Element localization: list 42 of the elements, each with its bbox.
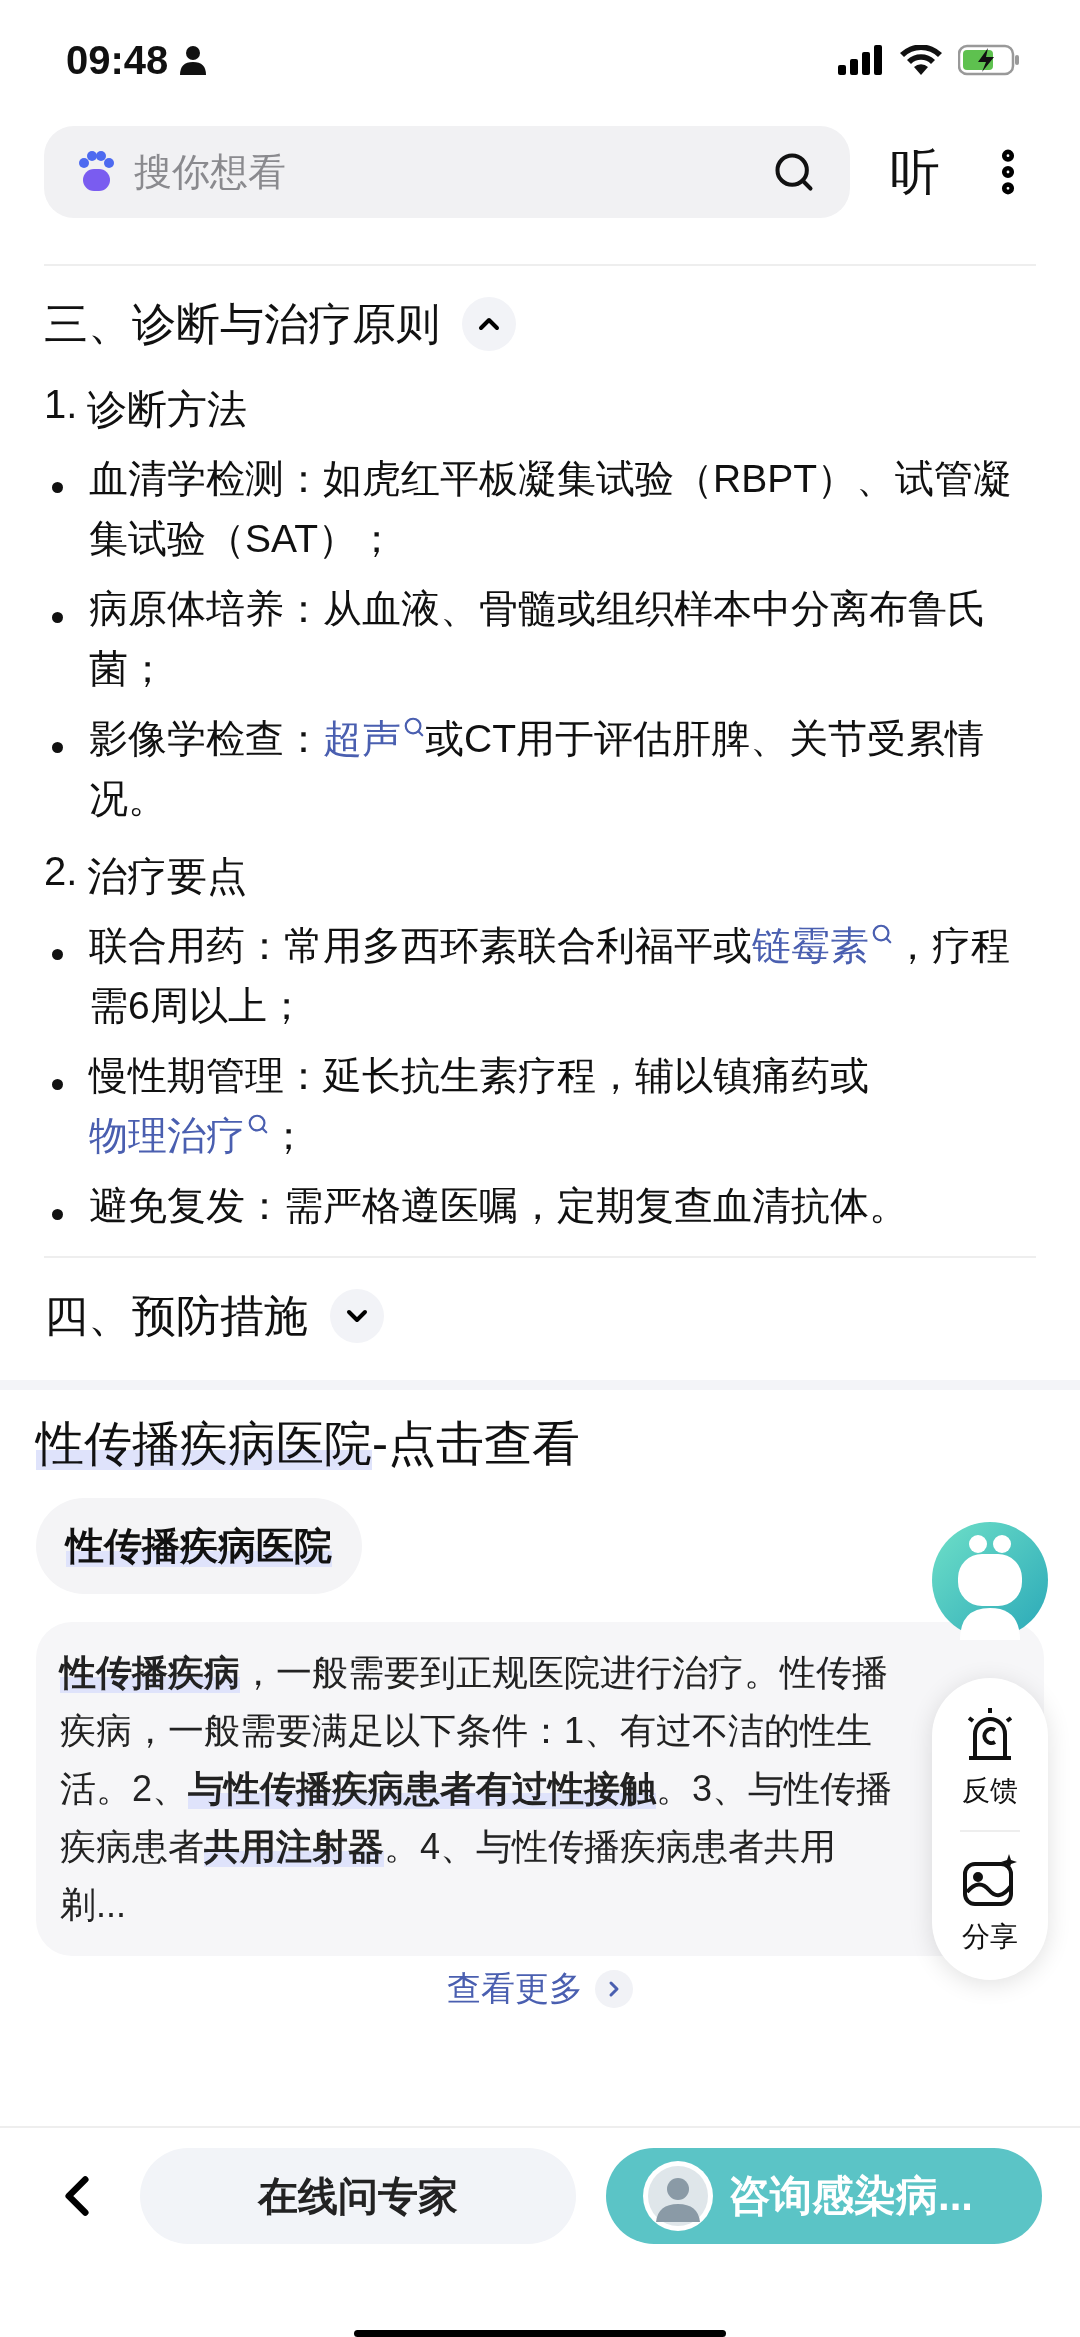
search-icon (403, 716, 425, 738)
bullet-dot (52, 1079, 63, 1090)
listen-button[interactable]: 听 (890, 138, 940, 206)
wifi-icon (900, 45, 942, 75)
bullet-text: 影像学检查：超声 或CT用于评估肝脾、关节受累情况。 (89, 715, 985, 822)
bullet-dot (52, 1209, 63, 1220)
bullet-dot (52, 742, 63, 753)
summary-text: 性传播疾病，一般需要到正规医院进行治疗。性传播疾病，一般需要满足以下条件：1、有过不洁的性生活。2、与性传播疾病患者有过性接触。3、与性传播疾病患者共用注射器。4、与性传播疾病患者共用剃... (60, 1651, 894, 1927)
bullet-text: 联合用药：常用多西环素联合利福平或链霉素 ，疗程需6周以上； (89, 922, 1011, 1029)
subsection-title: 治疗要点 (87, 853, 248, 900)
search-link[interactable]: 超声 (323, 717, 425, 760)
bullet-dot (52, 949, 63, 960)
person-icon (180, 45, 207, 75)
section-title: 四、预防措施 (44, 1289, 308, 1342)
search-bar[interactable]: 搜你想看 (44, 126, 850, 218)
bullet-text: 避免复发：需严格遵医嘱，定期复查血清抗体。 (89, 1183, 908, 1229)
subsection-number: 1. (44, 382, 78, 428)
subsection-number: 2. (44, 849, 78, 895)
clock-time: 09:48 (66, 37, 169, 83)
share-button[interactable]: 分享 (961, 1852, 1019, 1956)
search-link[interactable]: 物理治疗 (89, 1114, 269, 1157)
bullet-dot (52, 482, 63, 493)
hospital-chip[interactable]: 性传播疾病医院 (36, 1498, 362, 1594)
feedback-button[interactable]: 反馈 (961, 1706, 1019, 1810)
search-input[interactable]: 搜你想看 (132, 149, 756, 195)
search-icon (871, 923, 893, 945)
signal-icon (838, 45, 884, 75)
bullet-text: 慢性期管理：延长抗生素疗程，辅以镇痛药或 物理治疗 ； (89, 1053, 870, 1159)
avatar-icon (642, 2160, 714, 2232)
search-icon (247, 1113, 269, 1135)
battery-icon (958, 44, 1020, 76)
bullet-text: 血清学检测：如虎红平板凝集试验（RBPT）、试管凝集试验（SAT）； (89, 456, 1013, 562)
subsection-title: 诊断方法 (87, 386, 248, 433)
bullet-text: 病原体培养：从血液、骨髓或组织样本中分离布鲁氏菌； (89, 586, 987, 692)
section-title: 三、诊断与治疗原则 (44, 297, 440, 350)
card-title[interactable]: 性传播疾病医院-点击查看 (0, 1412, 1080, 1476)
bullet-dot (52, 612, 63, 623)
ask-expert-button[interactable]: 在线问专家 (140, 2148, 576, 2244)
search-icon[interactable] (772, 150, 816, 194)
view-more-link[interactable]: 查看更多 (447, 1966, 633, 2012)
search-link[interactable]: 链霉素 (752, 924, 893, 967)
paw-logo-icon (76, 151, 116, 193)
